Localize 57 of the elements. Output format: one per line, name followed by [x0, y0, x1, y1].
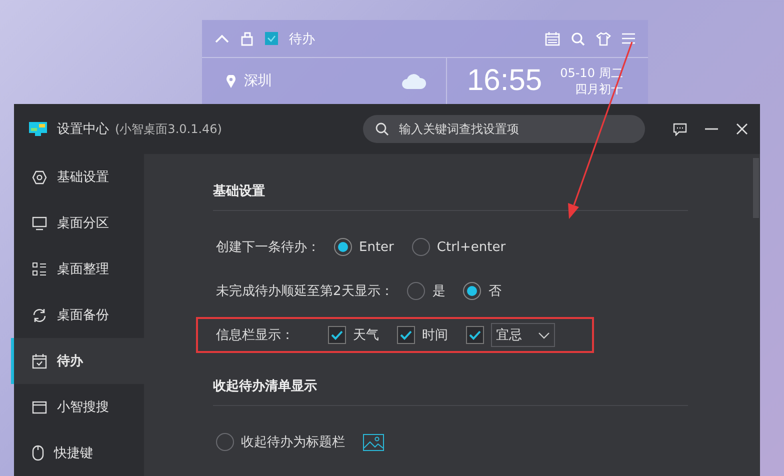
minimize-icon[interactable] — [705, 128, 718, 130]
checkbox-label: 天气 — [353, 327, 379, 344]
option-label: Ctrl+enter — [436, 240, 506, 254]
feedback-icon[interactable] — [673, 122, 687, 136]
radio-button[interactable] — [334, 238, 352, 256]
sidebar-item[interactable]: 基础设置 — [11, 154, 144, 200]
option-label: 收起待办为标题栏 — [241, 434, 345, 451]
image-preview-icon[interactable] — [363, 434, 384, 450]
dropdown[interactable]: 宜忌 — [491, 323, 555, 347]
list-icon — [32, 262, 47, 276]
caret-icon — [538, 332, 550, 338]
setting-label: 未完成待办顺延至第2天显示： — [216, 283, 394, 300]
window-icon — [32, 400, 47, 414]
location-pin-icon — [226, 74, 236, 88]
search-icon[interactable] — [571, 32, 585, 46]
window-title: 设置中心 — [57, 121, 109, 138]
clock-time: 16:55 — [467, 64, 542, 98]
version-text: (小智桌面3.0.1.46) — [115, 120, 222, 138]
radio-button[interactable] — [407, 282, 426, 300]
chevron-up-icon[interactable] — [215, 34, 229, 44]
sidebar-item[interactable]: 桌面整理 — [11, 246, 144, 292]
setting-label: 创建下一条待办： — [216, 239, 320, 256]
checkbox[interactable] — [466, 326, 484, 344]
calendar-check-icon — [32, 354, 47, 368]
search-input[interactable]: 输入关键词查找设置项 — [397, 121, 633, 137]
radio-button[interactable] — [412, 238, 430, 256]
mouse-icon — [32, 445, 44, 461]
sidebar-item[interactable]: 快捷键 — [11, 430, 144, 476]
search-icon — [375, 122, 389, 136]
menu-icon[interactable] — [622, 33, 635, 44]
cloud-icon — [402, 73, 426, 89]
sync-icon — [32, 308, 47, 322]
app-logo-icon — [29, 122, 47, 136]
option-label: 否 — [488, 283, 502, 300]
sidebar-item[interactable]: 桌面分区 — [11, 200, 144, 246]
radio-button[interactable] — [216, 433, 234, 451]
close-icon[interactable] — [736, 123, 748, 135]
checkbox-label: 时间 — [422, 327, 448, 344]
sidebar-item[interactable]: 待办 — [11, 338, 144, 384]
monitor-icon — [32, 216, 47, 230]
checkbox[interactable] — [328, 326, 346, 344]
scrollbar-thumb[interactable] — [753, 158, 759, 218]
checkbox-icon — [265, 32, 278, 45]
radio-button[interactable] — [463, 282, 482, 300]
hexagon-settings-icon — [32, 170, 47, 184]
setting-label: 信息栏显示： — [216, 327, 294, 344]
sidebar-item[interactable]: 小智搜搜 — [11, 384, 144, 430]
widget-title: 待办 — [289, 30, 315, 48]
option-label: 是 — [432, 283, 446, 300]
checkbox[interactable] — [397, 326, 415, 344]
sidebar-item[interactable]: 桌面备份 — [11, 292, 144, 338]
section-heading: 收起待办清单显示 — [213, 353, 688, 406]
option-label: Enter — [359, 240, 394, 254]
city-name: 深圳 — [244, 72, 272, 90]
calendar-icon[interactable] — [545, 32, 560, 46]
search-bar[interactable]: 输入关键词查找设置项 — [363, 115, 645, 143]
shirt-icon[interactable] — [596, 32, 611, 46]
